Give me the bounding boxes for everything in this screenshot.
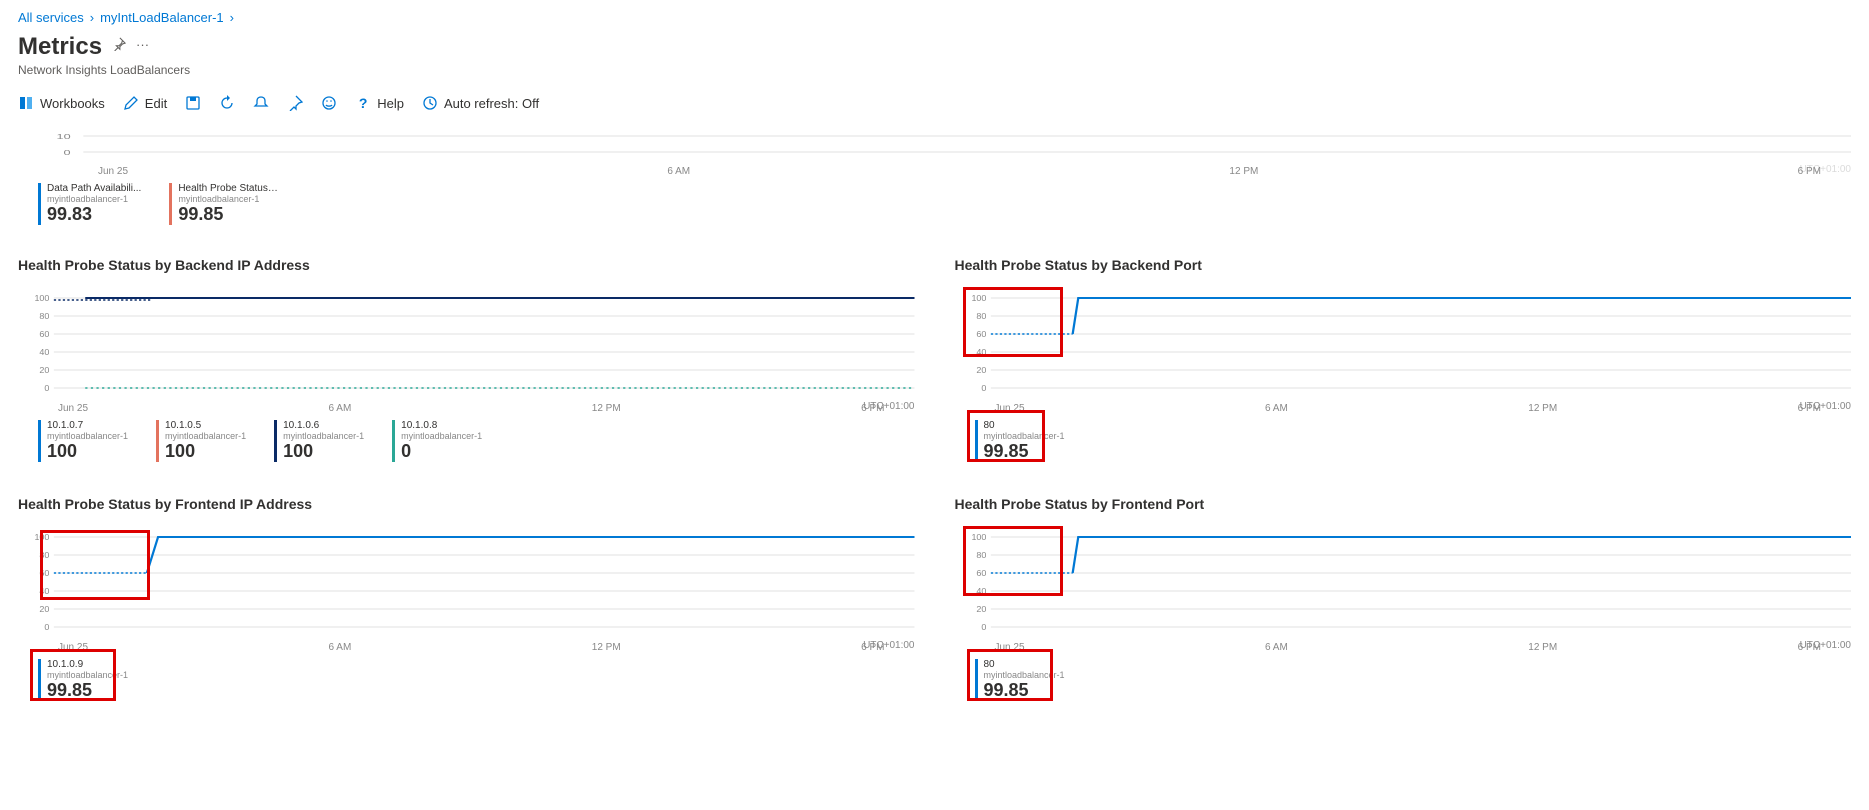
svg-text:40: 40 (39, 347, 49, 356)
chart-title: Health Probe Status by Backend IP Addres… (18, 257, 915, 273)
svg-text:100: 100 (34, 293, 49, 302)
chart-legend: 10.1.0.9myintloadbalancer-199.85 (18, 653, 915, 707)
chart-x-axis: Jun 25 6 AM 12 PM 6 PM UTC+01:00 (955, 640, 1852, 653)
chart-title: Health Probe Status by Frontend Port (955, 496, 1852, 512)
help-label: Help (377, 96, 404, 111)
workbooks-button[interactable]: Workbooks (18, 95, 105, 111)
chart-x-axis: Jun 25 6 AM 12 PM 6 PM UTC+01:00 (18, 640, 915, 653)
legend-item[interactable]: Health Probe Status ... myintloadbalance… (169, 183, 278, 225)
chevron-right-icon: › (90, 10, 94, 25)
pin-button[interactable] (287, 95, 303, 111)
legend-item[interactable]: Data Path Availabili... myintloadbalance… (38, 183, 141, 225)
chart-backend-port[interactable]: Health Probe Status by Backend Port 100 … (955, 257, 1852, 468)
save-icon (185, 95, 201, 111)
help-icon: ? (355, 95, 371, 111)
chart-frontend-port[interactable]: Health Probe Status by Frontend Port 100… (955, 496, 1852, 707)
refresh-icon (219, 95, 235, 111)
auto-refresh-label: Auto refresh: Off (444, 96, 539, 111)
clock-icon (422, 95, 438, 111)
svg-text:20: 20 (39, 365, 49, 374)
svg-text:40: 40 (39, 586, 49, 595)
breadcrumb-all-services[interactable]: All services (18, 10, 84, 25)
legend-item[interactable]: 80myintloadbalancer-199.85 (975, 420, 1065, 462)
svg-text:20: 20 (976, 365, 986, 374)
auto-refresh-button[interactable]: Auto refresh: Off (422, 95, 539, 111)
svg-text:60: 60 (976, 568, 986, 577)
svg-text:80: 80 (39, 550, 49, 559)
svg-text:100: 100 (971, 293, 986, 302)
legend-item[interactable]: 10.1.0.5myintloadbalancer-1100 (156, 420, 246, 462)
help-button[interactable]: ? Help (355, 95, 404, 111)
svg-text:80: 80 (976, 550, 986, 559)
chart-legend: 10.1.0.7myintloadbalancer-1100 10.1.0.5m… (18, 414, 915, 468)
chart-title: Health Probe Status by Frontend IP Addre… (18, 496, 915, 512)
more-icon[interactable]: ··· (136, 37, 149, 52)
legend-item[interactable]: 10.1.0.9myintloadbalancer-199.85 (38, 659, 128, 701)
workbooks-label: Workbooks (40, 96, 105, 111)
pencil-icon (123, 95, 139, 111)
svg-text:20: 20 (39, 604, 49, 613)
svg-text:60: 60 (39, 568, 49, 577)
chart-x-axis: Jun 25 6 AM 12 PM 6 PM UTC+01:00 (955, 401, 1852, 414)
page-title: Metrics (18, 33, 102, 61)
edit-button[interactable]: Edit (123, 95, 167, 111)
legend-item[interactable]: 10.1.0.6myintloadbalancer-1100 (274, 420, 364, 462)
alert-button[interactable] (253, 95, 269, 111)
pin-icon (287, 95, 303, 111)
svg-text:0: 0 (64, 150, 71, 158)
svg-text:80: 80 (976, 311, 986, 320)
chart-frontend-ip[interactable]: Health Probe Status by Frontend IP Addre… (18, 496, 915, 707)
toolbar: Workbooks Edit ? Help (18, 91, 1851, 122)
svg-text:100: 100 (971, 532, 986, 541)
svg-text:0: 0 (44, 622, 49, 631)
edit-label: Edit (145, 96, 167, 111)
bell-icon (253, 95, 269, 111)
overview-legend: Data Path Availabili... myintloadbalance… (18, 177, 1851, 231)
svg-text:20: 20 (976, 604, 986, 613)
overview-chart[interactable]: 10 0 Jun 25 6 AM 12 PM 6 PM UTC+01:00 (18, 128, 1851, 177)
svg-text:40: 40 (976, 347, 986, 356)
chart-legend: 80myintloadbalancer-199.85 (955, 414, 1852, 468)
overview-x-axis: Jun 25 6 AM 12 PM 6 PM UTC+01:00 (38, 164, 1851, 177)
chart-x-axis: Jun 25 6 AM 12 PM 6 PM UTC+01:00 (18, 401, 915, 414)
breadcrumb: All services › myIntLoadBalancer-1 › (18, 10, 1851, 25)
breadcrumb-resource[interactable]: myIntLoadBalancer-1 (100, 10, 224, 25)
svg-text:10: 10 (57, 134, 71, 142)
legend-item[interactable]: 80myintloadbalancer-199.85 (975, 659, 1065, 701)
refresh-button[interactable] (219, 95, 235, 111)
smiley-icon (321, 95, 337, 111)
chart-backend-ip[interactable]: Health Probe Status by Backend IP Addres… (18, 257, 915, 468)
svg-text:100: 100 (34, 532, 49, 541)
legend-item[interactable]: 10.1.0.8myintloadbalancer-10 (392, 420, 482, 462)
svg-text:0: 0 (44, 383, 49, 392)
chart-legend: 80myintloadbalancer-199.85 (955, 653, 1852, 707)
svg-text:80: 80 (39, 311, 49, 320)
chevron-right-icon: › (230, 10, 234, 25)
feedback-button[interactable] (321, 95, 337, 111)
chart-title: Health Probe Status by Backend Port (955, 257, 1852, 273)
svg-text:0: 0 (981, 383, 986, 392)
page-subtitle: Network Insights LoadBalancers (18, 63, 1851, 77)
svg-text:40: 40 (976, 586, 986, 595)
pin-icon[interactable] (112, 37, 126, 51)
legend-item[interactable]: 10.1.0.7myintloadbalancer-1100 (38, 420, 128, 462)
svg-text:60: 60 (39, 329, 49, 338)
svg-text:60: 60 (976, 329, 986, 338)
svg-text:0: 0 (981, 622, 986, 631)
workbooks-icon (18, 95, 34, 111)
save-button[interactable] (185, 95, 201, 111)
